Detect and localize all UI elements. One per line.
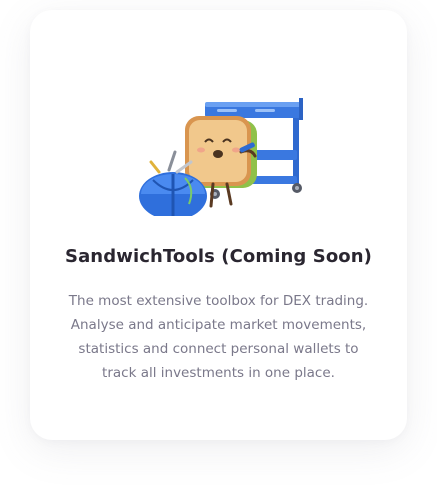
feature-card: SandwichTools (Coming Soon) The most ext… bbox=[30, 10, 407, 440]
description-line: The most extensive toolbox for DEX tradi… bbox=[68, 293, 369, 309]
sandwich-toolcart-illustration bbox=[129, 90, 309, 216]
description-line: Analyse and anticipate market movements, bbox=[70, 317, 367, 333]
description-line: statistics and connect personal wallets … bbox=[78, 341, 359, 357]
card-description: The most extensive toolbox for DEX tradi… bbox=[54, 289, 384, 385]
description-line: track all investments in one place. bbox=[102, 365, 335, 381]
card-title: SandwichTools (Coming Soon) bbox=[65, 246, 372, 267]
page: SandwichTools (Coming Soon) The most ext… bbox=[0, 0, 437, 485]
